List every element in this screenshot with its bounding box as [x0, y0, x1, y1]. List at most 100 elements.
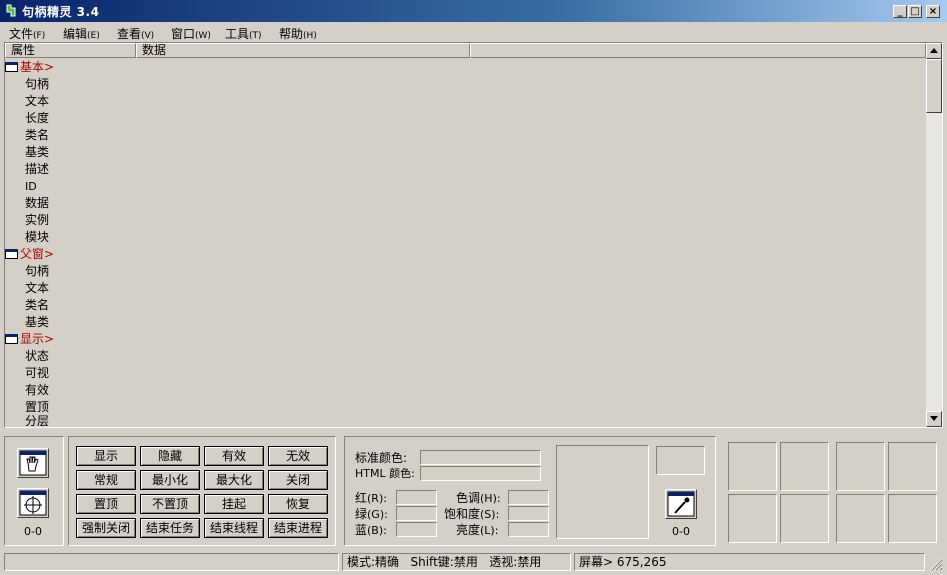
green-field[interactable] — [396, 506, 437, 521]
window-icon — [5, 249, 18, 259]
standard-color-field[interactable] — [420, 450, 541, 465]
force-close-button[interactable]: 强制关闭 — [76, 518, 136, 538]
maximize-window-button[interactable]: 最大化 — [204, 470, 264, 490]
list-item[interactable]: 有效 — [25, 382, 49, 399]
arrow-up-icon — [930, 48, 938, 53]
column-header-blank[interactable] — [470, 43, 926, 58]
saturation-label: 饱和度(S): — [444, 507, 500, 521]
scrollbar-thumb[interactable] — [926, 59, 942, 113]
end-task-button[interactable]: 结束任务 — [140, 518, 200, 538]
list-item[interactable]: 状态 — [25, 348, 49, 365]
title-bar[interactable] — [0, 0, 947, 22]
list-item[interactable]: 模块 — [25, 229, 49, 246]
list-item[interactable]: 句柄 — [25, 76, 49, 93]
normal-button[interactable]: 常规 — [76, 470, 136, 490]
window-title: 句柄精灵 3.4 — [22, 5, 100, 19]
color-preview — [556, 445, 649, 539]
list-item[interactable]: 数据 — [25, 195, 49, 212]
list-item[interactable]: 文本 — [25, 93, 49, 110]
finder-counter: 0-0 — [24, 525, 42, 538]
hand-icon — [19, 450, 47, 476]
menu-bar: 文件(F) 编辑(E) 查看(V) 窗口(W) 工具(T) 帮助(H) — [0, 22, 947, 42]
luminance-field[interactable] — [508, 522, 549, 537]
hide-button[interactable]: 隐藏 — [140, 446, 200, 466]
column-header-data[interactable]: 数据 — [136, 43, 470, 58]
magnifier-cell — [780, 494, 829, 543]
list-item[interactable]: 类名 — [25, 297, 49, 314]
disable-button[interactable]: 无效 — [268, 446, 328, 466]
menu-file[interactable]: 文件(F) — [9, 25, 45, 42]
list-item[interactable]: 基类 — [25, 144, 49, 161]
scroll-down-button[interactable] — [926, 411, 942, 427]
arrow-down-icon — [930, 416, 938, 421]
magnifier-cell — [888, 442, 937, 491]
magnifier-cell — [728, 442, 777, 491]
eyedropper-icon — [667, 491, 695, 517]
status-pane-main — [4, 553, 339, 571]
not-topmost-button[interactable]: 不置顶 — [140, 494, 200, 514]
red-label: 红(R): — [355, 491, 387, 505]
group-basic[interactable]: 基本> — [5, 59, 54, 76]
html-color-label: HTML 颜色: — [355, 467, 415, 480]
enable-button[interactable]: 有效 — [204, 446, 264, 466]
resize-grip-icon[interactable] — [929, 557, 943, 571]
scroll-up-button[interactable] — [926, 43, 942, 59]
close-icon: × — [928, 6, 938, 17]
list-item[interactable]: 分层 — [25, 413, 49, 426]
property-list[interactable] — [4, 42, 943, 428]
html-color-field[interactable] — [420, 466, 541, 481]
hue-label: 色调(H): — [456, 491, 501, 505]
list-item[interactable]: 长度 — [25, 110, 49, 127]
list-item[interactable]: 句柄 — [25, 263, 49, 280]
red-field[interactable] — [396, 490, 437, 505]
close-button[interactable]: × — [926, 5, 940, 18]
minimize-icon: _ — [897, 6, 903, 17]
window-icon — [5, 62, 18, 72]
show-button[interactable]: 显示 — [76, 446, 136, 466]
end-thread-button[interactable]: 结束线程 — [204, 518, 264, 538]
finder-target-button[interactable] — [17, 488, 49, 518]
list-item[interactable]: 可视 — [25, 365, 49, 382]
menu-edit[interactable]: 编辑(E) — [63, 25, 100, 42]
magnifier-cell — [780, 442, 829, 491]
color-swatch — [656, 446, 705, 475]
eyedropper-button[interactable] — [665, 489, 697, 519]
saturation-field[interactable] — [508, 506, 549, 521]
minimize-window-button[interactable]: 最小化 — [140, 470, 200, 490]
suspend-button[interactable]: 挂起 — [204, 494, 264, 514]
menu-tools[interactable]: 工具(T) — [225, 25, 262, 42]
minimize-button[interactable]: _ — [893, 5, 907, 18]
magnifier-cell — [836, 442, 885, 491]
list-item[interactable]: 类名 — [25, 127, 49, 144]
status-mode: 模式:精确 — [347, 555, 400, 569]
status-shift: Shift键:禁用 — [410, 555, 478, 569]
status-screen: 屏幕> 675,265 — [574, 553, 925, 571]
resume-button[interactable]: 恢复 — [268, 494, 328, 514]
list-item[interactable]: 文本 — [25, 280, 49, 297]
end-process-button[interactable]: 结束进程 — [268, 518, 328, 538]
blue-field[interactable] — [396, 522, 437, 537]
menu-window[interactable]: 窗口(W) — [171, 25, 211, 42]
group-display[interactable]: 显示> — [5, 331, 54, 348]
menu-view[interactable]: 查看(V) — [117, 25, 154, 42]
menu-help[interactable]: 帮助(H) — [279, 25, 317, 42]
app-icon — [4, 3, 18, 18]
finder-hand-button[interactable] — [17, 448, 49, 478]
restore-button[interactable]: □ — [908, 5, 922, 18]
hue-field[interactable] — [508, 490, 549, 505]
blue-label: 蓝(B): — [355, 523, 387, 537]
list-item[interactable]: 实例 — [25, 212, 49, 229]
magnifier-cell — [836, 494, 885, 543]
status-transparency: 透视:禁用 — [489, 555, 542, 569]
list-item[interactable]: 基类 — [25, 314, 49, 331]
group-parent[interactable]: 父窗> — [5, 246, 54, 263]
column-header-property[interactable]: 属性 — [5, 43, 136, 58]
close-window-button[interactable]: 关闭 — [268, 470, 328, 490]
list-item[interactable]: 描述 — [25, 161, 49, 178]
topmost-button[interactable]: 置顶 — [76, 494, 136, 514]
list-item[interactable]: ID — [25, 178, 37, 195]
window-icon — [5, 334, 18, 344]
luminance-label: 亮度(L): — [456, 523, 499, 537]
standard-color-label: 标准颜色: — [355, 451, 408, 465]
vertical-scrollbar[interactable] — [926, 43, 942, 427]
